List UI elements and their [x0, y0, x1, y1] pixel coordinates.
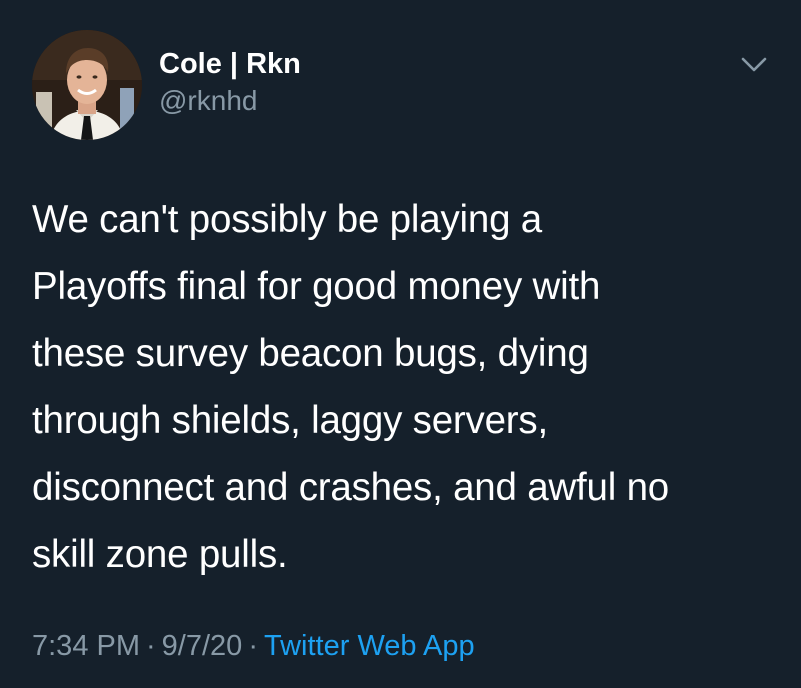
tweet-text-line: Playoffs final for good money with [32, 265, 601, 308]
user-info: Cole | Rkn @rknhd [159, 46, 301, 118]
tweet-card: Cole | Rkn @rknhd We can't possibly be p… [0, 0, 801, 688]
tweet-text-line: skill zone pulls. [32, 533, 288, 576]
tweet-text-line: these survey beacon bugs, dying [32, 332, 589, 375]
display-name[interactable]: Cole | Rkn [159, 46, 301, 82]
tweet-date[interactable]: 9/7/20 [162, 630, 243, 662]
tweet-text-line: disconnect and crashes, and awful no [32, 466, 670, 509]
user-handle[interactable]: @rknhd [159, 84, 301, 118]
meta-separator: · [146, 630, 156, 662]
avatar-photo [32, 30, 142, 140]
meta-separator: · [248, 630, 258, 662]
tweet-time[interactable]: 7:34 PM [32, 630, 140, 662]
tweet-text-line: through shields, laggy servers, [32, 399, 548, 442]
tweet-header: Cole | Rkn @rknhd [32, 30, 772, 142]
tweet-meta: 7:34 PM · 9/7/20 · Twitter Web App [32, 626, 475, 666]
chevron-down-icon[interactable] [737, 50, 771, 78]
avatar[interactable] [32, 30, 142, 140]
tweet-text: We can't possibly be playing a Playoffs … [32, 186, 777, 588]
tweet-text-line: We can't possibly be playing a [32, 198, 542, 241]
tweet-source-link[interactable]: Twitter Web App [264, 630, 475, 662]
